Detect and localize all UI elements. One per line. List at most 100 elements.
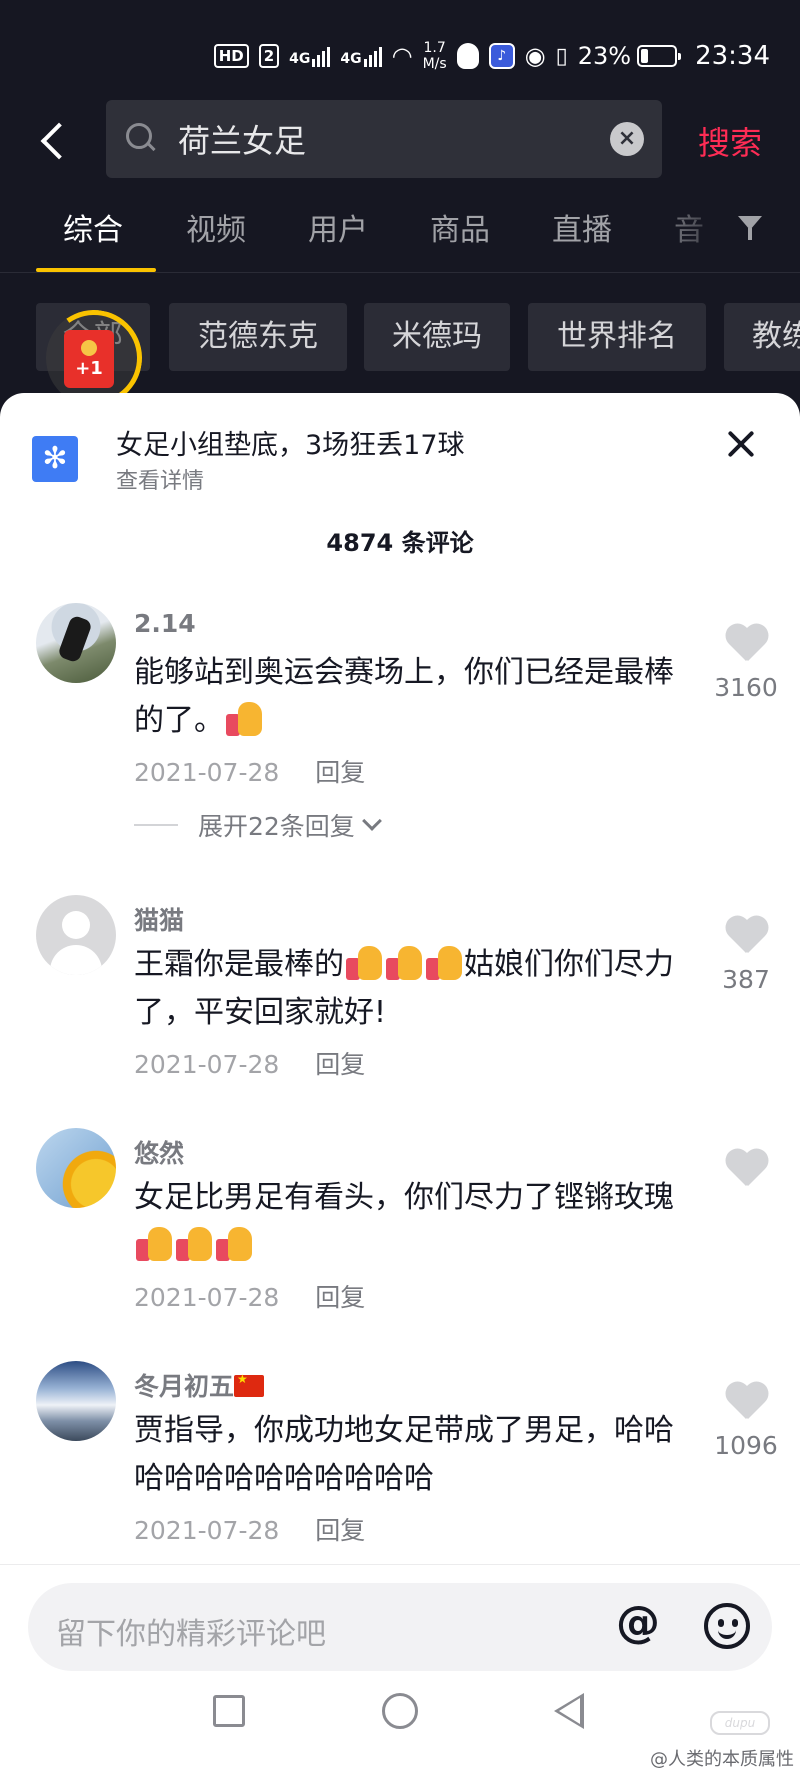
comment-count: 4874 条评论	[326, 529, 474, 557]
heart-icon	[724, 1383, 768, 1423]
comment-date: 2021-07-28	[134, 1516, 280, 1545]
recent-apps-icon[interactable]	[213, 1695, 245, 1727]
reply-button[interactable]: 回复	[315, 758, 365, 787]
avatar[interactable]	[36, 1361, 116, 1441]
comment-input-placeholder: 留下你的精彩评论吧	[56, 1617, 326, 1652]
thumbs-up-icon	[174, 1225, 214, 1261]
sim-indicator: 2	[258, 44, 280, 68]
vibrate-icon: ▯	[555, 43, 568, 69]
like-button[interactable]	[710, 1150, 782, 1198]
comment-text-content: 王霜你是最棒的	[134, 947, 344, 982]
back-icon[interactable]	[36, 118, 72, 166]
avatar[interactable]	[36, 603, 116, 683]
chevron-down-icon	[361, 811, 382, 831]
clock: 23:34	[695, 41, 770, 71]
network-type-label: 4G	[289, 51, 311, 67]
thumbs-up-icon	[344, 944, 384, 980]
thumbs-up-icon	[424, 944, 464, 980]
comment-meta: 2021-07-28 回复	[134, 753, 365, 789]
back-nav-icon[interactable]	[554, 1693, 584, 1729]
comment-text: 女足比男足有看头，你们尽力了铿锵玫瑰	[134, 1174, 694, 1270]
comment-input[interactable]: 留下你的精彩评论吧 @	[28, 1583, 772, 1671]
emoji-icon[interactable]	[704, 1603, 750, 1649]
music-icon: ♪	[488, 43, 515, 69]
chip-coach[interactable]: 教练	[724, 303, 800, 371]
clear-icon[interactable]: ×	[610, 122, 644, 156]
chip-vandonk[interactable]: 范德东克	[169, 303, 347, 371]
tab-products[interactable]: 商品	[430, 205, 490, 249]
thumbs-up-icon	[384, 944, 424, 980]
comment-sheet: ✻ 女足小组垫底，3场狂丢17球 查看详情 4874 条评论 2.14 能够站到…	[0, 393, 800, 1778]
reply-button[interactable]: 回复	[315, 1283, 365, 1312]
watermark-logo: dupu	[710, 1711, 770, 1735]
home-icon[interactable]	[382, 1693, 418, 1729]
mention-icon[interactable]: @	[616, 1597, 660, 1648]
heart-icon	[724, 1150, 768, 1190]
search-button[interactable]: 搜索	[698, 118, 762, 164]
comment-date: 2021-07-28	[134, 1050, 280, 1079]
comment-text-content: 能够站到奥运会赛场上，你们已经是最棒的了。	[134, 655, 674, 738]
heart-icon	[724, 917, 768, 957]
reply-button[interactable]: 回复	[315, 1050, 365, 1079]
search-icon	[126, 123, 158, 155]
speed-unit: M/s	[422, 56, 447, 72]
topic-title[interactable]: 女足小组垫底，3场狂丢17球	[116, 423, 465, 462]
comment-date: 2021-07-28	[134, 758, 280, 787]
close-icon[interactable]	[726, 429, 756, 459]
topic-details-link[interactable]: 查看详情	[116, 463, 204, 495]
avatar[interactable]	[36, 1128, 116, 1208]
tab-comprehensive[interactable]: 综合	[63, 205, 123, 249]
status-bar: HD 2 4G 4G ◠ 1.7 M/s ♪ ◉ ▯ 23% 23:34	[0, 0, 800, 100]
like-button[interactable]: 1096	[710, 1383, 782, 1460]
network-type-label: 4G	[340, 51, 362, 67]
comment-username[interactable]: 猫猫	[134, 901, 184, 937]
like-count: 1096	[714, 1431, 778, 1460]
china-flag-icon	[234, 1372, 265, 1397]
comment-text: 能够站到奥运会赛场上，你们已经是最棒的了。	[134, 649, 694, 745]
search-query[interactable]: 荷兰女足	[178, 116, 610, 162]
tab-live[interactable]: 直播	[552, 205, 612, 249]
tab-videos[interactable]: 视频	[186, 205, 246, 249]
expand-replies-button[interactable]: 展开22条回复	[134, 807, 382, 843]
like-button[interactable]: 3160	[710, 625, 782, 702]
battery-percent: 23%	[577, 42, 632, 70]
like-count: 3160	[714, 673, 778, 702]
divider	[134, 824, 178, 826]
comment-username[interactable]: 冬月初五	[134, 1367, 265, 1403]
chip-world-ranking[interactable]: 世界排名	[528, 303, 706, 371]
thumbs-up-icon	[224, 700, 264, 736]
wifi-icon: ◠	[391, 42, 413, 70]
red-packet-label: +1	[75, 358, 103, 379]
divider	[0, 272, 800, 273]
comment-username[interactable]: 2.14	[134, 609, 196, 638]
comment-username-text: 冬月初五	[134, 1372, 235, 1401]
comment-date: 2021-07-28	[134, 1283, 280, 1312]
thumbs-up-icon	[214, 1225, 254, 1261]
status-icons: HD 2 4G 4G ◠ 1.7 M/s ♪ ◉ ▯ 23% 23:34	[213, 40, 770, 72]
speed-value: 1.7	[423, 40, 446, 56]
reply-button[interactable]: 回复	[315, 1516, 365, 1545]
thumbs-up-icon	[134, 1225, 174, 1261]
eye-icon: ◉	[524, 42, 546, 70]
divider	[0, 1564, 800, 1565]
expand-replies-label: 展开22条回复	[198, 812, 355, 841]
hd-indicator: HD	[213, 44, 249, 68]
tab-users[interactable]: 用户	[308, 205, 368, 249]
comment-text: 王霜你是最棒的 姑娘们你们尽力了，平安回家就好!	[134, 941, 694, 1037]
qq-icon	[456, 43, 479, 69]
comment-meta: 2021-07-28 回复	[134, 1278, 365, 1314]
comment-text-content: 女足比男足有看头，你们尽力了铿锵玫瑰	[134, 1180, 674, 1215]
topic-icon: ✻	[32, 436, 78, 482]
signal-icon: 4G	[340, 45, 382, 67]
search-input[interactable]: 荷兰女足 ×	[106, 100, 662, 178]
battery-icon	[637, 45, 682, 67]
chip-miedema[interactable]: 米德玛	[364, 303, 510, 371]
like-count: 387	[722, 965, 770, 994]
avatar[interactable]	[36, 895, 116, 975]
filter-icon[interactable]	[738, 214, 770, 244]
comment-username[interactable]: 悠然	[134, 1134, 184, 1170]
signal-icon: 4G	[289, 45, 331, 67]
comment-text: 贾指导，你成功地女足带成了男足，哈哈哈哈哈哈哈哈哈哈哈哈	[134, 1413, 674, 1496]
heart-icon	[724, 625, 768, 665]
like-button[interactable]: 387	[710, 917, 782, 994]
